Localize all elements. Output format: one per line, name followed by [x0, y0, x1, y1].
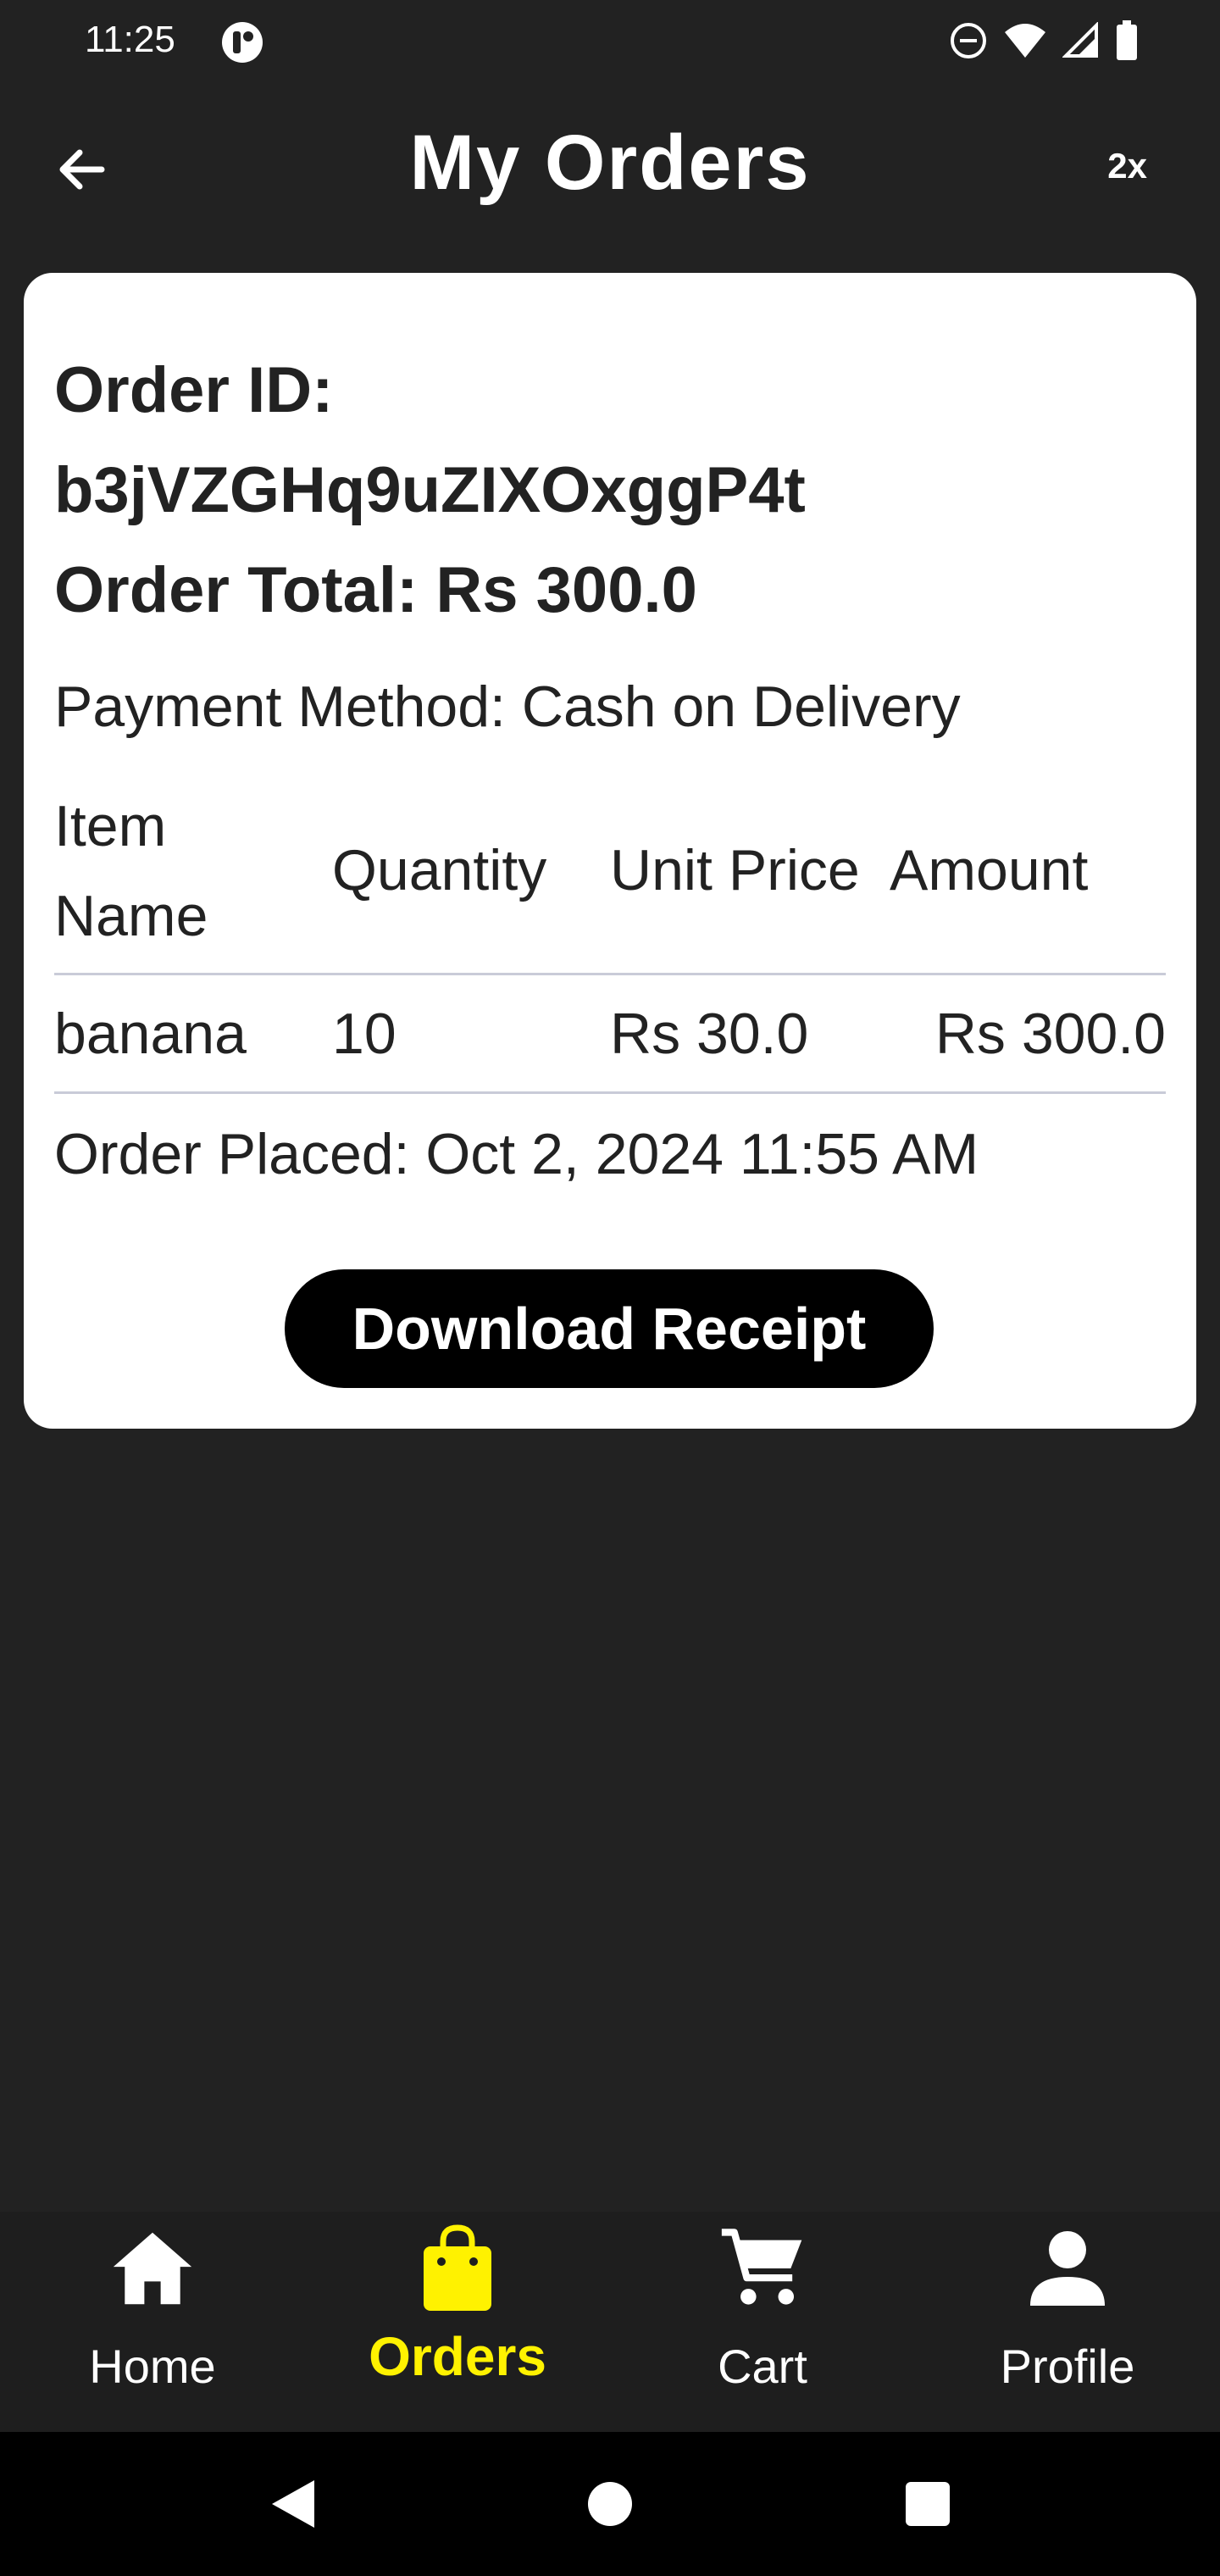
app-bar: My Orders 2x: [0, 93, 1220, 237]
table-header-quantity: Quantity: [332, 838, 547, 902]
status-time: 11:25: [85, 19, 175, 60]
app-notification-icon: [220, 20, 264, 64]
nav-label-cart: Cart: [718, 2340, 807, 2393]
nav-label-home: Home: [89, 2340, 216, 2393]
order-card: Order ID: b3jVZGHq9uZIXOxggP4t Order Tot…: [24, 273, 1196, 1429]
table-cell-item-name: banana: [54, 1002, 247, 1066]
triangle-back-icon: [272, 2480, 314, 2528]
shopping-bag-icon: [415, 2222, 500, 2315]
table-divider: [54, 1091, 1166, 1094]
system-recents-button[interactable]: [890, 2466, 966, 2542]
system-back-button[interactable]: [254, 2466, 330, 2542]
cart-icon: [720, 2222, 805, 2315]
nav-label-profile: Profile: [1000, 2340, 1135, 2393]
wifi-icon: [1003, 22, 1047, 59]
table-header-unit-price: Unit Price: [610, 838, 860, 902]
nav-item-home[interactable]: Home: [0, 2212, 305, 2432]
nav-item-cart[interactable]: Cart: [610, 2212, 915, 2432]
speed-badge[interactable]: 2x: [1107, 146, 1147, 186]
system-home-button[interactable]: [572, 2466, 648, 2542]
person-icon: [1025, 2222, 1110, 2315]
table-header-amount: Amount: [890, 838, 1089, 902]
page-title: My Orders: [409, 119, 811, 206]
screen: 11:25 My Orders 2x Order ID: b3jVZGHq9uZ…: [0, 0, 1220, 2576]
order-total: Order Total: Rs 300.0: [54, 554, 697, 626]
system-nav-bar: [0, 2432, 1220, 2576]
table-cell-unit-price: Rs 30.0: [610, 1002, 809, 1066]
signal-icon: [1062, 22, 1100, 59]
table-divider: [54, 973, 1166, 975]
payment-method: Payment Method: Cash on Delivery: [54, 675, 961, 739]
nav-item-profile[interactable]: Profile: [915, 2212, 1220, 2432]
square-recents-icon: [906, 2482, 950, 2526]
home-icon: [110, 2222, 195, 2315]
bottom-nav: Home Orders Cart Profile: [0, 2212, 1220, 2432]
table-cell-amount: Rs 300.0: [934, 1002, 1166, 1066]
status-icons: [949, 20, 1139, 61]
table-cell-quantity: 10: [332, 1002, 396, 1066]
table-header-item-name: Item Name: [54, 794, 208, 948]
order-placed-date: Order Placed: Oct 2, 2024 11:55 AM: [54, 1122, 979, 1186]
circle-home-icon: [588, 2482, 632, 2526]
battery-icon: [1115, 20, 1139, 61]
status-bar: 11:25: [0, 0, 1220, 85]
nav-label-orders: Orders: [369, 2326, 546, 2387]
nav-item-orders[interactable]: Orders: [305, 2212, 610, 2432]
order-id-value: b3jVZGHq9uZIXOxggP4t: [54, 454, 806, 526]
do-not-disturb-icon: [949, 21, 988, 60]
order-id-label: Order ID:: [54, 354, 334, 426]
download-receipt-button[interactable]: Download Receipt: [285, 1269, 934, 1388]
